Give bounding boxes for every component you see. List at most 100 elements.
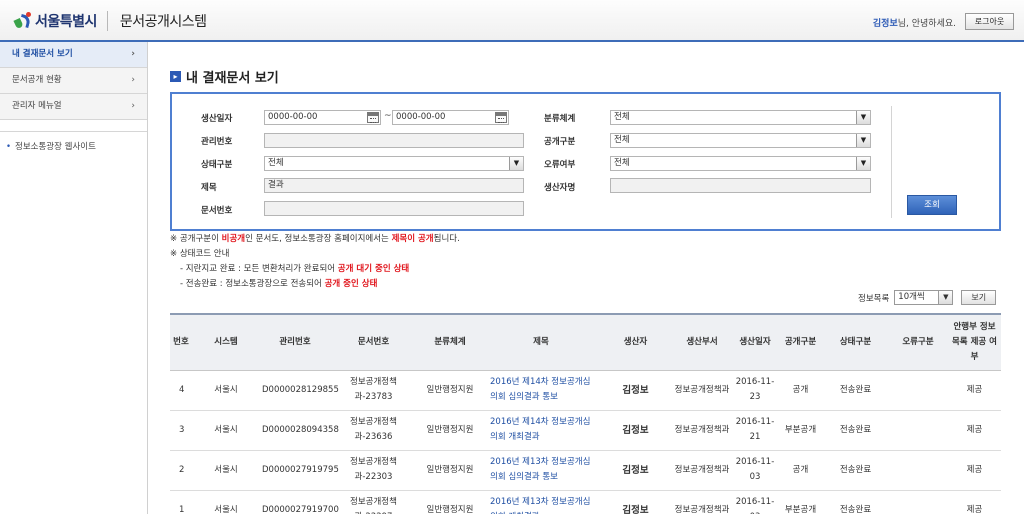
- error-label: 오류여부: [544, 160, 576, 170]
- logo-text: 서울특별시: [35, 14, 97, 30]
- error-select[interactable]: 전체 ▼: [610, 156, 871, 171]
- cell-producer: 김정보: [599, 490, 672, 514]
- table-row: 3 서울시 D0000028094358 정보공개정책과-23636 일반행정지…: [170, 410, 1001, 451]
- user-greeting: 김정보님, 안녕하세요.: [873, 16, 956, 29]
- col-header-dept: 생산부서: [672, 313, 732, 371]
- view-button[interactable]: 보기: [961, 290, 997, 305]
- cell-producer: 김정보: [599, 410, 672, 451]
- mgmt-no-input[interactable]: [264, 133, 524, 148]
- cell-title-link[interactable]: 2016년 제13차 정보공개심의회 개최결과: [483, 490, 599, 514]
- cell-status: 전송완료: [823, 450, 888, 491]
- col-header-classification: 분류체계: [417, 313, 483, 371]
- title-input[interactable]: 결과: [264, 178, 524, 193]
- cell-producer: 김정보: [599, 370, 672, 411]
- disclosure-select[interactable]: 전체 ▼: [610, 133, 871, 148]
- cell-dept: 정보공개정책과: [672, 370, 732, 411]
- seoul-emblem-icon: [13, 12, 32, 30]
- status-select[interactable]: 전체 ▼: [264, 156, 524, 171]
- col-header-system: 시스템: [192, 313, 260, 371]
- cell-classification: 일반행정지원: [417, 490, 483, 514]
- cell-no: 3: [170, 410, 192, 451]
- cell-title-link[interactable]: 2016년 제13차 정보공개심의회 심의결과 통보: [483, 450, 599, 491]
- date-from-input[interactable]: 0000-00-00: [264, 110, 381, 125]
- page-size-value: 10개씩: [898, 292, 925, 302]
- cell-doc-no: 정보공개정책과-23783: [330, 370, 417, 411]
- mgmt-no-label: 관리번호: [201, 137, 233, 147]
- cell-no: 2: [170, 450, 192, 491]
- cell-classification: 일반행정지원: [417, 450, 483, 491]
- sidebar: 내 결재문서 보기 › 문서공개 현황 › 관리자 메뉴얼 › • 정보소통광장 …: [0, 42, 148, 514]
- table-row: 1 서울시 D0000027919700 정보공개정책과-22297 일반행정지…: [170, 490, 1001, 514]
- cell-system: 서울시: [192, 370, 260, 411]
- sidebar-item-label: 문서공개 현황: [12, 75, 62, 85]
- prod-date-label: 생산일자: [201, 114, 233, 124]
- cell-disclosure: 공개: [778, 450, 823, 491]
- sidebar-item-admin-manual[interactable]: 관리자 메뉴얼 ›: [0, 94, 147, 120]
- sidebar-item-my-approval-docs[interactable]: 내 결재문서 보기 ›: [0, 42, 147, 68]
- classification-select-value: 전체: [614, 112, 630, 122]
- classification-label: 분류체계: [544, 114, 576, 124]
- logout-button[interactable]: 로그아웃: [965, 13, 1014, 30]
- cell-status: 전송완료: [823, 490, 888, 514]
- cell-prod-date: 2016-11-21: [732, 410, 778, 451]
- col-header-status: 상태구분: [823, 313, 888, 371]
- chevron-down-icon: ▼: [856, 134, 870, 147]
- col-header-doc-no: 문서번호: [330, 313, 417, 371]
- list-size-control: 정보목록 10개씩 ▼ 보기: [858, 290, 997, 305]
- date-range-separator: ~: [384, 111, 392, 121]
- title-arrow-icon: ▸: [170, 71, 181, 82]
- calendar-icon[interactable]: [495, 112, 507, 123]
- seoul-logo[interactable]: 서울특별시 문서공개시스템: [13, 11, 207, 31]
- logo-divider: [106, 11, 108, 31]
- table-row: 4 서울시 D0000028129855 정보공개정책과-23783 일반행정지…: [170, 370, 1001, 411]
- sidebar-item-disclosure-status[interactable]: 문서공개 현황 ›: [0, 68, 147, 94]
- classification-select[interactable]: 전체 ▼: [610, 110, 871, 125]
- status-label: 상태구분: [201, 160, 233, 170]
- error-select-value: 전체: [614, 158, 630, 168]
- cell-error: [888, 450, 948, 491]
- cell-title-link[interactable]: 2016년 제14차 정보공개심의회 심의결과 통보: [483, 370, 599, 411]
- header: 서울특별시 문서공개시스템 김정보님, 안녕하세요. 로그아웃: [0, 0, 1024, 42]
- search-divider: [891, 106, 892, 218]
- cell-info-list: 제공: [948, 450, 1001, 491]
- cell-system: 서울시: [192, 410, 260, 451]
- notice-status-sent: - 전송완료 : 정보소통광장으로 전송되어 공개 중인 상태: [180, 279, 378, 289]
- cell-prod-date: 2016-11-03: [732, 450, 778, 491]
- doc-no-label: 문서번호: [201, 206, 233, 216]
- col-header-prod-date: 생산일자: [732, 313, 778, 371]
- disclosure-label: 공개구분: [544, 137, 576, 147]
- cell-dept: 정보공개정책과: [672, 490, 732, 514]
- cell-status: 전송완료: [823, 410, 888, 451]
- col-header-info-list: 안행부 정보목록 제공 여부: [948, 313, 1001, 371]
- cell-error: [888, 370, 948, 411]
- cell-info-list: 제공: [948, 370, 1001, 411]
- sidebar-divider: [0, 120, 147, 132]
- chevron-down-icon: ▼: [856, 111, 870, 124]
- notice-area: ※ 공개구분이 비공개인 문서도, 정보소통광장 홈페이지에서는 제목이 공개됩…: [170, 232, 460, 292]
- title-label: 제목: [201, 183, 217, 193]
- date-to-input[interactable]: 0000-00-00: [392, 110, 509, 125]
- chevron-down-icon: ▼: [509, 157, 523, 170]
- producer-input[interactable]: [610, 178, 871, 193]
- col-header-producer: 생산자: [599, 313, 672, 371]
- cell-dept: 정보공개정책과: [672, 410, 732, 451]
- bullet-icon: •: [6, 142, 12, 152]
- cell-doc-no: 정보공개정책과-22297: [330, 490, 417, 514]
- cell-disclosure: 부분공개: [778, 490, 823, 514]
- cell-title-link[interactable]: 2016년 제14차 정보공개심의회 개최결과: [483, 410, 599, 451]
- page-size-select[interactable]: 10개씩 ▼: [894, 290, 954, 305]
- notice-status-wait: - 지란지교 완료 : 모든 변환처리가 완료되어 공개 대기 중인 상태: [180, 264, 410, 274]
- notice-status-guide: ※ 상태코드 안내: [170, 249, 230, 259]
- user-name: 김정보: [872, 19, 898, 29]
- search-button[interactable]: 조회: [907, 195, 957, 215]
- sidebar-item-label: 내 결재문서 보기: [12, 49, 73, 59]
- col-header-disclosure: 공개구분: [778, 313, 823, 371]
- doc-no-input[interactable]: [264, 201, 524, 216]
- cell-classification: 일반행정지원: [417, 370, 483, 411]
- col-header-title: 제목: [483, 313, 599, 371]
- cell-producer: 김정보: [599, 450, 672, 491]
- search-panel: 생산일자 0000-00-00 ~ 0000-00-00 관리번호 상태구분 전…: [170, 92, 1001, 231]
- sidebar-link-info-plaza[interactable]: • 정보소통광장 웹사이트: [0, 132, 147, 152]
- cell-no: 4: [170, 370, 192, 411]
- calendar-icon[interactable]: [367, 112, 379, 123]
